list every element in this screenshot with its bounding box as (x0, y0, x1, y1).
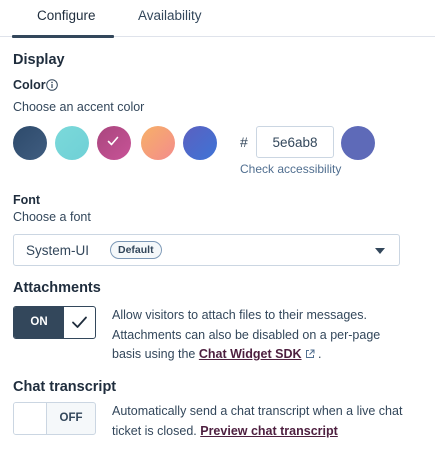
toggle-on-label: ON (14, 307, 64, 338)
font-label: Font (13, 193, 41, 207)
chat-transcript-description: Automatically send a chat transcript whe… (112, 402, 412, 441)
attachments-description: Allow visitors to attach files to their … (112, 306, 412, 365)
chat-widget-sdk-link[interactable]: Chat Widget SDK (199, 347, 302, 361)
check-accessibility-link[interactable]: Check accessibility (240, 162, 341, 176)
external-link-icon (305, 349, 315, 358)
info-icon[interactable] (46, 79, 58, 91)
toggle-off-label: OFF (59, 412, 83, 424)
font-help: Choose a font (13, 210, 91, 224)
attachments-desc-end: . (314, 347, 322, 361)
color-swatch-aqua[interactable] (55, 126, 89, 160)
tab-bar: Configure Availability (0, 0, 435, 38)
tab-configure-label: Configure (37, 8, 96, 23)
chat-transcript-heading: Chat transcript (13, 379, 117, 395)
font-select-value: System-UI (26, 243, 90, 258)
tab-configure[interactable]: Configure (12, 6, 114, 38)
color-help: Choose an accent color (13, 100, 145, 114)
toggle-knob (14, 403, 47, 434)
color-preview (341, 126, 375, 160)
checkmark-icon (72, 316, 87, 328)
color-swatch-orange-pink[interactable] (141, 126, 175, 160)
hash-symbol: # (240, 134, 248, 150)
attachments-heading: Attachments (13, 280, 101, 296)
caret-down-icon (375, 248, 385, 254)
checkmark-icon (107, 136, 119, 146)
hex-color-input[interactable] (256, 126, 334, 158)
default-badge: Default (110, 241, 162, 259)
tab-availability-label: Availability (138, 8, 202, 23)
color-label: Color (13, 78, 46, 92)
color-swatch-dark-blue[interactable] (13, 126, 47, 160)
color-swatch-violet-blue[interactable] (183, 126, 217, 160)
font-select[interactable]: System-UI Default (13, 234, 400, 266)
attachments-toggle[interactable]: ON (13, 306, 96, 339)
preview-chat-transcript-link[interactable]: Preview chat transcript (200, 424, 338, 438)
chat-transcript-toggle[interactable]: OFF (13, 402, 96, 435)
color-swatch-magenta[interactable] (97, 126, 131, 160)
display-heading: Display (13, 52, 65, 68)
